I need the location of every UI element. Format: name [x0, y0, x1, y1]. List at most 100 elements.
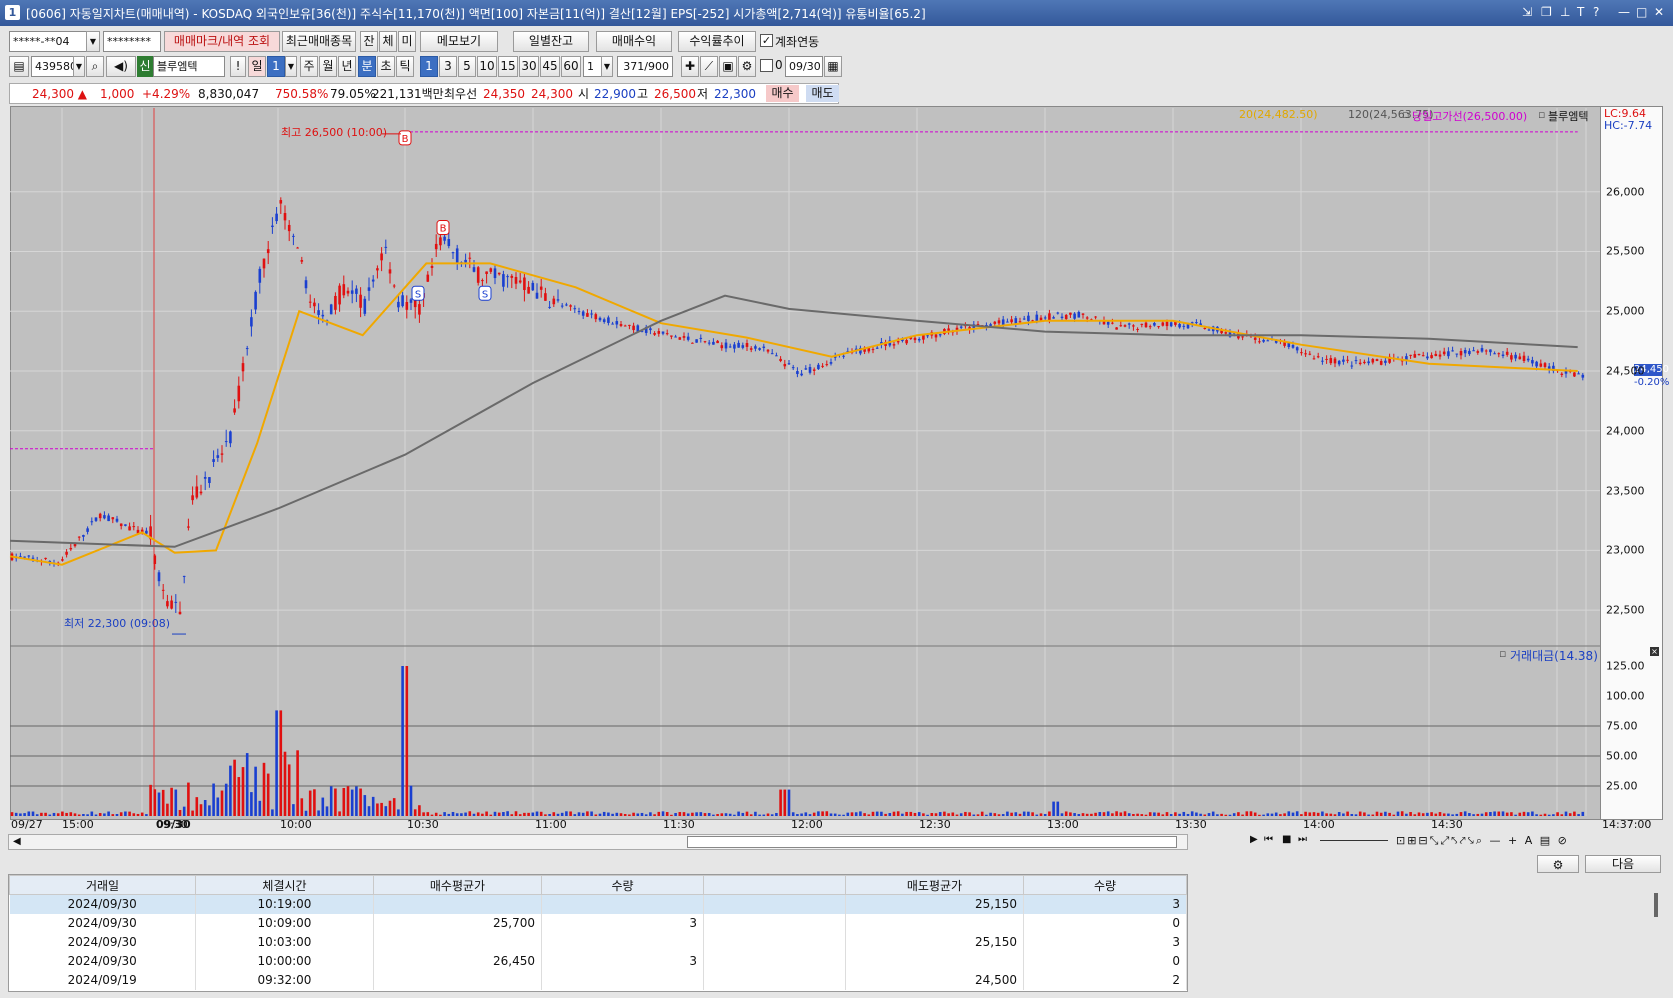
candle-body [1573, 372, 1576, 377]
candle-body [1434, 353, 1438, 357]
table-scroll-thumb[interactable] [1654, 893, 1658, 917]
candle-body [724, 342, 728, 349]
volume-bar [241, 767, 245, 816]
scroll-right-icon[interactable]: ▶ [1250, 834, 1258, 850]
last-icon[interactable]: ⏭ [1298, 834, 1307, 845]
volume-bar [451, 811, 455, 816]
volume-bar [1337, 812, 1341, 816]
volume-bar [1182, 811, 1186, 816]
volume-bar [707, 812, 711, 816]
volume-bar [170, 787, 173, 816]
volume-bar [338, 811, 341, 816]
candle-body [119, 523, 123, 527]
volume-bar [308, 790, 312, 816]
volume-bar [1358, 811, 1362, 816]
volume-bar [867, 814, 871, 816]
volume-bar [35, 814, 39, 816]
volume-bar [1048, 811, 1051, 816]
candle-body [1148, 326, 1152, 328]
col-exec-time: 체결시간 [195, 875, 374, 895]
candle-body [821, 365, 824, 367]
candle-body [527, 286, 530, 294]
volume-bar [812, 812, 816, 816]
volume-bar [880, 811, 883, 816]
stop-icon[interactable]: ■ [1282, 834, 1291, 845]
candle-body [1224, 332, 1228, 334]
candle-body [737, 342, 740, 348]
close-pane-icon[interactable]: × [1650, 647, 1659, 656]
col-trade-date: 거래일 [9, 875, 196, 895]
chart-scrollbar[interactable]: ◀ [8, 834, 1188, 850]
candle-body [758, 348, 761, 350]
volume-bar [1245, 811, 1249, 816]
volume-bar [1241, 814, 1244, 816]
drawing-tools-icon[interactable]: ⊡⊞⊟⤡⤢⤣⤤⤥⌕ — + A ▤ ⊘ [1396, 834, 1569, 848]
volume-bar [1472, 814, 1475, 816]
col-buy-avg: 매수평균가 [373, 875, 542, 895]
first-icon[interactable]: ⏮ [1264, 834, 1273, 845]
candle-body [472, 267, 476, 272]
volume-bar [871, 811, 875, 816]
volume-bar [216, 797, 220, 816]
volume-bar [1434, 813, 1438, 816]
volume-bar [115, 813, 119, 816]
volume-bar [1111, 813, 1114, 816]
volume-bar [1547, 814, 1551, 816]
volume-bar [703, 813, 707, 816]
candle-body [1342, 359, 1345, 362]
volume-bar [262, 762, 266, 816]
exec-time: 10:00:00 [195, 951, 374, 971]
table-row[interactable]: 2024/09/30 10:09:00 25,700 3 0 [9, 913, 1187, 933]
volume-bar [548, 814, 551, 816]
table-row[interactable]: 2024/09/19 09:32:00 24,500 2 [9, 970, 1187, 990]
volume-bar [502, 812, 505, 816]
volume-bar [1312, 812, 1316, 816]
legend-dot-icon: ▫ [1499, 647, 1507, 660]
candle-body [716, 340, 719, 344]
table-row[interactable]: 2024/09/30 10:19:00 25,150 3 [9, 894, 1187, 914]
volume-bar [1027, 811, 1030, 816]
candle-body [350, 290, 354, 294]
volume-bar [741, 812, 745, 816]
scroll-left-icon[interactable]: ◀ [13, 836, 21, 847]
volume-bar [1094, 812, 1097, 816]
volume-bar [363, 795, 367, 816]
table-row[interactable]: 2024/09/30 10:00:00 26,450 3 0 [9, 951, 1187, 971]
volume-bar [1258, 814, 1261, 816]
candle-body [1543, 363, 1547, 367]
volume-bar [1531, 811, 1534, 816]
candle-body [934, 334, 938, 338]
candle-body [1526, 358, 1530, 361]
candle-body [1295, 347, 1299, 351]
volume-bar [1430, 812, 1433, 816]
volume-bar [859, 811, 862, 816]
volume-bar [556, 813, 560, 816]
volume-bar [649, 812, 652, 816]
volume-bar [846, 812, 850, 816]
candle-body [258, 268, 262, 283]
next-button[interactable]: 다음 [1585, 855, 1661, 873]
volume-bar [212, 783, 215, 816]
volume-bar [888, 813, 892, 816]
gear-button[interactable]: ⚙ [1537, 855, 1579, 873]
candle-body [346, 290, 350, 294]
candle-body [796, 371, 799, 375]
volume-bar [439, 814, 442, 816]
time-tick: 11:30 [663, 818, 695, 831]
volume-bar [1518, 812, 1522, 816]
volume-bar [140, 812, 144, 816]
zoom-slider[interactable] [1320, 840, 1388, 841]
volume-bar [1438, 812, 1442, 816]
candle-body [1085, 317, 1089, 319]
candle-body [733, 344, 736, 349]
volume-bar [833, 813, 837, 816]
candle-body [124, 524, 127, 526]
candle-body [1195, 322, 1198, 324]
volume-bar [985, 814, 988, 816]
candle-body [1178, 323, 1181, 328]
table-row[interactable]: 2024/09/30 10:03:00 25,150 3 [9, 932, 1187, 952]
candle-body [1153, 322, 1156, 326]
scroll-thumb[interactable] [687, 836, 1177, 848]
volume-bar [1123, 811, 1127, 816]
time-tick: 13:00 [1047, 818, 1079, 831]
